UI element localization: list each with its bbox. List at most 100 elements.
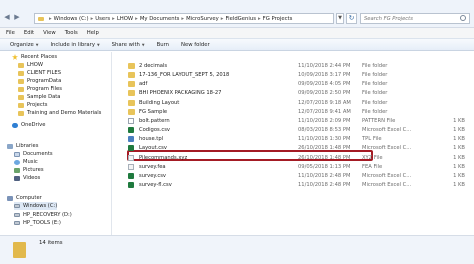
file-row[interactable]: survey.csv 11/10/2018 2:48 PM Microsoft Ex… (113, 172, 474, 180)
organize-button[interactable]: Organize ▼ (10, 42, 38, 48)
file-date: 26/10/2018 1:48 PM (298, 154, 351, 161)
burn-button[interactable]: Burn (157, 42, 169, 48)
breadcrumb-item[interactable]: FieldGenius (225, 16, 256, 22)
file-row[interactable]: survey.fea 09/05/2018 1:13 PM FEA File 1 KB (113, 163, 474, 171)
search-input[interactable] (360, 13, 470, 24)
forward-arrow-icon[interactable]: ▶ (13, 13, 21, 21)
nav-item[interactable]: Libraries (7, 142, 38, 150)
refresh-icon[interactable]: ↻ (346, 13, 357, 24)
breadcrumb-separator-icon[interactable]: ▸ (135, 16, 138, 22)
include-library-button[interactable]: Include in library ▼ (50, 42, 99, 48)
address-area: ◀ ▶ ▸ Windows (C:) ▸ Users ▸ LHOW ▸ My Document… (0, 0, 474, 28)
file-list: 2 decimals 11/10/2018 2:44 PM File folder 1… (113, 52, 474, 235)
address-dropdown-icon[interactable]: ▼ (336, 13, 344, 24)
breadcrumb-separator-icon[interactable]: ▸ (258, 16, 261, 22)
nav-item[interactable]: LHOW (18, 61, 43, 69)
file-type: Microsoft Excel C... (362, 145, 412, 152)
file-date: 08/03/2018 8:53 PM (298, 127, 351, 134)
file-row[interactable]: Codigos.csv 08/03/2018 8:53 PM Microsoft E… (113, 126, 474, 134)
nav-item[interactable]: Pictures (14, 166, 44, 174)
breadcrumb-item[interactable]: LHOW (117, 16, 133, 22)
file-icon (128, 172, 134, 179)
breadcrumb-separator-icon[interactable]: ▸ (221, 16, 224, 22)
nav-item-label: Computer (16, 195, 42, 201)
menu-view[interactable]: View (43, 30, 56, 36)
file-row[interactable]: Building Layout 12/07/2018 9:18 AM File fo… (113, 99, 474, 107)
nav-item[interactable]: Projects (18, 101, 47, 109)
nav-item-label: Program Files (27, 86, 62, 92)
nav-item[interactable]: Recent Places (12, 53, 57, 61)
nav-item[interactable]: Music (14, 158, 38, 166)
include-label: Include in library (50, 41, 95, 48)
file-type: File folder (362, 81, 388, 88)
nav-item[interactable]: Computer (7, 194, 42, 202)
nav-item-label: Videos (23, 175, 41, 181)
nav-item-label: Documents (23, 151, 53, 157)
share-with-button[interactable]: Share with ▼ (112, 42, 145, 48)
file-icon (128, 117, 134, 124)
back-arrow-icon[interactable]: ◀ (3, 13, 11, 21)
menu-file[interactable]: File (6, 30, 15, 36)
breadcrumb[interactable]: ▸ Windows (C:) ▸ Users ▸ LHOW ▸ My Documents ▸ Mi… (34, 13, 334, 24)
nav-item[interactable]: Sample Data (18, 93, 61, 101)
file-row[interactable]: bolt.pattern 11/10/2018 2:09 PM PATTERN Fi… (113, 117, 474, 125)
folder-icon (18, 86, 24, 92)
folder-icon (128, 108, 135, 115)
nav-item[interactable]: HP_TOOLS (E:) (14, 219, 61, 227)
breadcrumb-separator-icon[interactable]: ▸ (112, 16, 115, 22)
breadcrumb-item[interactable]: Windows (C:) (54, 16, 89, 22)
file-name: Pilecommands.xyz (139, 154, 188, 161)
file-row[interactable]: 2 decimals 11/10/2018 2:44 PM File folder (113, 62, 474, 70)
nav-item-label: OneDrive (21, 122, 46, 128)
file-icon (128, 181, 134, 188)
breadcrumb-separator-icon[interactable]: ▸ (181, 16, 184, 22)
file-name: Building Layout (139, 99, 180, 106)
search-icon[interactable] (460, 15, 466, 21)
breadcrumb-separator-icon[interactable]: ▸ (49, 16, 52, 22)
nav-item[interactable]: Training and Demo Materials (18, 109, 101, 117)
file-date: 12/07/2018 9:41 AM (298, 108, 351, 115)
file-date: 11/10/2018 2:48 PM (298, 181, 351, 188)
nav-item-label: Projects (27, 102, 48, 108)
file-name: Codigos.csv (139, 127, 170, 134)
file-row[interactable]: BHI PHOENIX PACKAGING 18-27 09/09/2018 2:… (113, 89, 474, 97)
file-type: TPL File (362, 136, 382, 143)
file-type: File folder (362, 72, 388, 79)
drive-icon (14, 204, 20, 208)
nav-item[interactable]: ProgramData (18, 77, 61, 85)
new-folder-button[interactable]: New folder (181, 42, 210, 48)
menu-tools[interactable]: Tools (65, 30, 78, 36)
nav-item[interactable]: CLIENT FILES (18, 69, 61, 77)
breadcrumb-item[interactable]: MicroSurvey (186, 16, 219, 22)
menu-edit[interactable]: Edit (24, 30, 34, 36)
pictures-icon (14, 167, 20, 173)
videos-icon (14, 175, 20, 181)
cloud-icon (12, 122, 18, 128)
nav-item[interactable]: OneDrive (12, 121, 45, 129)
nav-item[interactable]: HP_RECOVERY (D:) (14, 211, 72, 219)
file-row[interactable]: Pilecommands.xyz 26/10/2018 1:48 PM XYZ Fi… (113, 154, 474, 162)
breadcrumb-item[interactable]: FG Projects (263, 16, 293, 22)
file-icon (128, 163, 134, 170)
file-row[interactable]: survey-fl.csv 11/10/2018 2:48 PM Microsoft… (113, 181, 474, 189)
breadcrumb-item[interactable]: Users (95, 16, 110, 22)
file-icon (128, 136, 134, 143)
file-row[interactable]: house.tpl 11/10/2018 1:30 PM TPL File 1 KB (113, 135, 474, 143)
nav-item[interactable]: Documents (14, 150, 53, 158)
file-row[interactable]: Layout.csv 26/10/2018 1:48 PM Microsoft Ex… (113, 144, 474, 152)
breadcrumb-item[interactable]: My Documents (140, 16, 180, 22)
nav-item[interactable]: Windows (C:) (14, 202, 58, 210)
file-icon (128, 154, 134, 161)
file-row[interactable]: FG Sample 12/07/2018 9:41 AM File folder (113, 108, 474, 116)
folder-icon (128, 63, 135, 69)
item-count: 14 items (39, 240, 63, 246)
nav-item[interactable]: Videos (14, 174, 40, 182)
nav-item-label: Pictures (23, 167, 44, 173)
breadcrumb-separator-icon[interactable]: ▸ (91, 16, 94, 22)
folder-icon (18, 78, 24, 84)
nav-item[interactable]: Program Files (18, 85, 62, 93)
nav-item-label: LHOW (27, 62, 44, 68)
file-row[interactable]: adf 09/09/2018 4:05 PM File folder (113, 80, 474, 88)
menu-help[interactable]: Help (87, 30, 99, 36)
file-row[interactable]: 17-136_FOR LAYOUT_SEPT 5, 2018 10/09/2018… (113, 71, 474, 79)
